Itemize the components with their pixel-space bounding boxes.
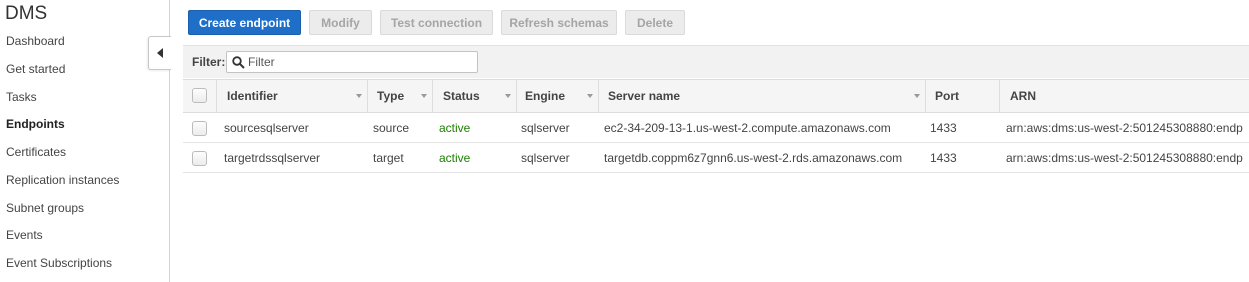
column-label: Engine [525,89,566,103]
column-header-type[interactable]: Type [367,80,432,112]
type-cell: source [373,121,410,135]
sidebar: DMS Dashboard Get started Tasks Endpoint… [0,0,170,282]
sidebar-item-dashboard[interactable]: Dashboard [6,34,65,48]
sort-icon [587,94,593,98]
sort-icon [356,94,362,98]
column-header-server-name[interactable]: Server name [598,80,925,112]
column-header-port[interactable]: Port [925,80,999,112]
refresh-schemas-button[interactable]: Refresh schemas [501,10,617,35]
search-icon [232,56,245,69]
column-header-status[interactable]: Status [432,80,516,112]
sidebar-item-event-subscriptions[interactable]: Event Subscriptions [6,256,112,270]
port-cell: 1433 [930,151,957,165]
create-endpoint-button[interactable]: Create endpoint [188,10,301,35]
table-row[interactable]: targetrdssqlserver target active sqlserv… [183,143,1249,173]
column-label: Server name [608,89,681,103]
arn-cell: arn:aws:dms:us-west-2:501245308880:endp [1006,121,1243,135]
server-name-cell: targetdb.coppm6z7gnn6.us-west-2.rds.amaz… [604,151,903,165]
filter-bar: Filter: [183,45,1249,78]
sidebar-item-certificates[interactable]: Certificates [6,145,66,159]
identifier-cell: targetrdssqlserver [224,151,321,165]
filter-label: Filter: [192,55,226,69]
collapse-sidebar-button[interactable] [148,36,171,70]
sidebar-item-tasks[interactable]: Tasks [6,90,37,104]
filter-field[interactable] [226,51,478,73]
engine-cell: sqlserver [521,151,570,165]
type-cell: target [373,151,404,165]
sort-icon [421,94,427,98]
engine-cell: sqlserver [521,121,570,135]
column-label: Port [935,89,959,103]
sidebar-item-replication-instances[interactable]: Replication instances [6,173,119,187]
arn-cell: arn:aws:dms:us-west-2:501245308880:endp [1006,151,1243,165]
table-row[interactable]: sourcesqlserver source active sqlserver … [183,113,1249,143]
row-checkbox[interactable] [192,151,207,166]
column-label: Status [443,89,480,103]
toolbar: Create endpoint Modify Test connection R… [188,10,685,35]
server-name-cell: ec2-34-209-13-1.us-west-2.compute.amazon… [604,121,891,135]
table-header: Identifier Type Status Engine Server nam… [183,79,1249,113]
column-label: Identifier [227,89,278,103]
sidebar-item-endpoints[interactable]: Endpoints [6,117,65,131]
service-title: DMS [5,3,48,24]
status-cell: active [439,151,471,165]
sidebar-item-subnet-groups[interactable]: Subnet groups [6,201,84,215]
sort-icon [505,94,511,98]
test-connection-button[interactable]: Test connection [380,10,493,35]
delete-button[interactable]: Delete [625,10,685,35]
identifier-cell: sourcesqlserver [224,121,309,135]
column-header-identifier[interactable]: Identifier [216,80,367,112]
filter-input[interactable] [248,53,474,71]
column-label: Type [377,89,405,103]
select-all-checkbox[interactable] [192,88,207,103]
caret-left-icon [157,48,163,58]
column-label: ARN [1010,89,1036,103]
status-cell: active [439,121,471,135]
sidebar-item-get-started[interactable]: Get started [6,62,65,76]
sidebar-item-events[interactable]: Events [6,228,43,242]
column-header-arn[interactable]: ARN [999,80,1249,112]
sort-icon [914,94,920,98]
row-checkbox[interactable] [192,121,207,136]
column-header-engine[interactable]: Engine [516,80,598,112]
modify-button[interactable]: Modify [309,10,372,35]
port-cell: 1433 [930,121,957,135]
